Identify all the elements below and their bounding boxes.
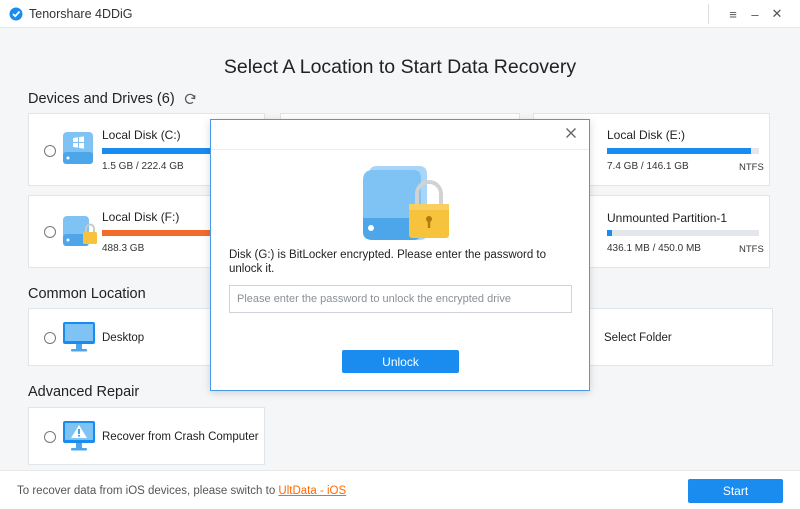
devices-section-title: Devices and Drives (6): [28, 91, 197, 107]
select-folder-label: Select Folder: [604, 332, 672, 344]
title-bar: Tenorshare 4DDiG ≡ – ✕: [0, 0, 800, 28]
drive-e-usage-bar: [607, 148, 759, 154]
unmounted-size: 436.1 MB / 450.0 MB: [607, 243, 701, 254]
crash-recovery-card[interactable]: Recover from Crash Computer: [28, 407, 265, 465]
minimize-button[interactable]: –: [744, 0, 766, 28]
warning-monitor-icon: [63, 421, 95, 451]
app-logo-icon: [9, 7, 23, 20]
unlock-button[interactable]: Unlock: [342, 350, 459, 373]
drive-c-size: 1.5 GB / 222.4 GB: [102, 161, 184, 172]
refresh-icon[interactable]: [183, 92, 197, 106]
password-input[interactable]: [229, 285, 572, 313]
bitlocker-message: Disk (G:) is BitLocker encrypted. Please…: [229, 249, 547, 275]
start-button[interactable]: Start: [688, 479, 783, 503]
ultdata-ios-link[interactable]: UltData - iOS: [278, 485, 346, 497]
locked-drive-icon: [363, 166, 449, 240]
desktop-radio[interactable]: [44, 332, 56, 344]
drive-c-name: Local Disk (C:): [102, 128, 181, 142]
crash-recovery-label: Recover from Crash Computer: [102, 431, 259, 443]
common-location-title: Common Location: [28, 286, 146, 302]
unmounted-filesystem: NTFS: [739, 244, 764, 255]
unmounted-usage-bar: [607, 230, 759, 236]
page-title: Select A Location to Start Data Recovery: [223, 56, 577, 78]
footer-message: To recover data from iOS devices, please…: [17, 485, 346, 497]
advanced-repair-title: Advanced Repair: [28, 384, 140, 400]
footer: To recover data from iOS devices, please…: [0, 470, 800, 509]
titlebar-divider: [708, 4, 709, 24]
devices-title-label: Devices and Drives (6): [28, 91, 175, 107]
close-window-button[interactable]: ✕: [766, 0, 788, 28]
footer-text: To recover data from iOS devices, please…: [17, 485, 279, 497]
drive-f-radio[interactable]: [44, 226, 56, 238]
desktop-monitor-icon: [63, 322, 95, 352]
menu-icon[interactable]: ≡: [722, 0, 744, 28]
close-icon[interactable]: [563, 125, 579, 141]
drive-e-name: Local Disk (E:): [607, 128, 686, 142]
unmounted-name: Unmounted Partition-1: [607, 211, 728, 225]
drive-f-name: Local Disk (F:): [102, 210, 180, 224]
dialog-header: [211, 120, 589, 150]
windows-drive-icon: [63, 132, 93, 164]
drive-e-filesystem: NTFS: [739, 162, 764, 173]
crash-recovery-radio[interactable]: [44, 431, 56, 443]
bitlocker-dialog: Disk (G:) is BitLocker encrypted. Please…: [210, 119, 590, 391]
locked-drive-icon: [63, 216, 97, 246]
drive-c-radio[interactable]: [44, 145, 56, 157]
drive-f-size: 488.3 GB: [102, 243, 145, 254]
unmounted-usage-fill: [607, 230, 612, 236]
desktop-label: Desktop: [102, 332, 145, 344]
drive-e-size: 7.4 GB / 146.1 GB: [607, 161, 689, 172]
drive-e-usage-fill: [607, 148, 752, 154]
app-title: Tenorshare 4DDiG: [29, 6, 133, 21]
